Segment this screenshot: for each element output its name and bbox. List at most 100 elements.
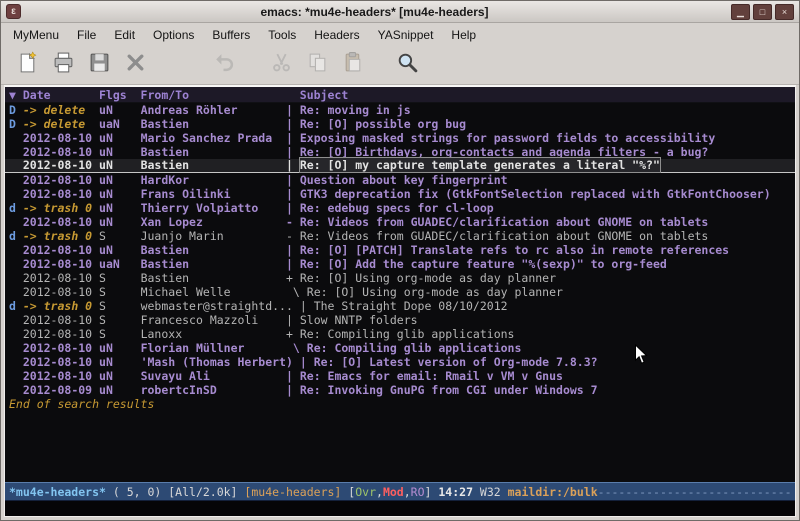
subject-cell: Re: edebug specs for cl-loop (300, 201, 494, 215)
message-row[interactable]: 2012-08-10 S Francesco Mazzoli | Slow NN… (5, 313, 795, 327)
flags-cell: S (99, 327, 141, 341)
menu-mymenu[interactable]: MyMenu (4, 25, 68, 45)
copy-icon (306, 51, 329, 79)
mark-indicator (9, 215, 23, 229)
from-cell: Juanjo Marin (141, 229, 286, 243)
subject-cell: Re: moving in js (300, 103, 411, 117)
message-row[interactable]: 2012-08-10 uN 'Mash (Thomas Herbert) | R… (5, 355, 795, 369)
date-cell: 2012-08-10 (23, 271, 99, 285)
flags-cell: uN (99, 187, 141, 201)
echo-area[interactable] (5, 501, 795, 516)
date-cell: 2012-08-10 (23, 341, 99, 355)
message-row[interactable]: 2012-08-10 uN Florian Müllner \ Re: Comp… (5, 341, 795, 355)
print-icon (52, 51, 75, 79)
message-row[interactable]: d -> trash 0 uN Thierry Volpiatto | Re: … (5, 201, 795, 215)
status-ro: RO (411, 485, 425, 499)
new-file-button[interactable] (9, 50, 45, 80)
message-row[interactable]: 2012-08-10 uN Frans Oilinki | GTK3 depre… (5, 187, 795, 201)
date-cell: 2012-08-10 (23, 173, 99, 187)
date-cell: 2012-08-10 (23, 355, 99, 369)
status-ovr: Ovr (355, 485, 376, 499)
menu-tools[interactable]: Tools (259, 25, 305, 45)
menu-bar: MyMenuFileEditOptionsBuffersToolsHeaders… (1, 23, 799, 46)
menu-buffers[interactable]: Buffers (203, 25, 259, 45)
menu-edit[interactable]: Edit (105, 25, 144, 45)
close-button[interactable]: × (775, 4, 794, 20)
message-row[interactable]: 2012-08-10 S Lanoxx + Re: Compiling glib… (5, 327, 795, 341)
thread-separator: | (286, 383, 300, 397)
menu-yasnippet[interactable]: YASnippet (369, 25, 443, 45)
toolbar-spacer (241, 65, 263, 66)
paste-button[interactable] (335, 50, 371, 80)
date-cell: 2012-08-10 (23, 131, 99, 145)
flags-cell: S (99, 229, 141, 243)
menu-headers[interactable]: Headers (305, 25, 368, 45)
flags-cell: uN (99, 383, 141, 397)
thread-separator: | (286, 243, 300, 257)
save-button[interactable] (81, 50, 117, 80)
thread-separator: | (286, 103, 300, 117)
cut-button[interactable] (263, 50, 299, 80)
mark-indicator (9, 341, 23, 355)
print-button[interactable] (45, 50, 81, 80)
mark-indicator (9, 327, 23, 341)
from-cell: Bastien (141, 158, 286, 172)
search-button[interactable] (389, 50, 425, 80)
message-row[interactable]: d -> trash 0 S Juanjo Marin - Re: Videos… (5, 229, 795, 243)
message-row[interactable]: 2012-08-10 uN Mario Sanchez Prada | Expo… (5, 131, 795, 145)
message-row[interactable]: d -> trash 0 S webmaster@straightd... | … (5, 299, 795, 313)
maximize-icon: □ (760, 7, 765, 17)
new-file-icon (16, 51, 39, 79)
message-row[interactable]: 2012-08-10 uN Bastien | Re: [O] Birthday… (5, 145, 795, 159)
menu-file[interactable]: File (68, 25, 105, 45)
minimize-button[interactable]: ▁ (731, 4, 750, 20)
from-cell: Mario Sanchez Prada (141, 131, 286, 145)
thread-separator: + (286, 271, 300, 285)
menu-help[interactable]: Help (442, 25, 485, 45)
message-row[interactable]: D -> delete uaN Bastien | Re: [O] possib… (5, 117, 795, 131)
mark-indicator (9, 355, 23, 369)
subject-cell: Re: Compiling glib applications (307, 341, 522, 355)
maximize-button[interactable]: □ (753, 4, 772, 20)
flags-cell: S (99, 299, 141, 313)
headers-column-header[interactable]: ▼ Date Flgs From/To Subject (5, 87, 795, 103)
window-title: emacs: *mu4e-headers* [mu4e-headers] (21, 5, 728, 19)
from-cell: 'Mash (Thomas Herbert) (141, 355, 300, 369)
message-row[interactable]: 2012-08-10 S Bastien + Re: [O] Using org… (5, 271, 795, 285)
message-row[interactable]: 2012-08-10 uN Bastien | Re: [O] my captu… (5, 159, 795, 173)
date-cell: 2012-08-10 (23, 257, 99, 271)
subject-cell: Re: [O] [PATCH] Translate refs to rc als… (300, 243, 729, 257)
copy-button[interactable] (299, 50, 335, 80)
message-row[interactable]: D -> delete uN Andreas Röhler | Re: movi… (5, 103, 795, 117)
date-cell: -> delete (23, 103, 99, 117)
message-row[interactable]: 2012-08-10 uN Bastien | Re: [O] [PATCH] … (5, 243, 795, 257)
mark-indicator: d (9, 201, 23, 215)
emacs-app-icon: ε (6, 4, 21, 19)
message-row[interactable]: 2012-08-10 S Michael Welle \ Re: [O] Usi… (5, 285, 795, 299)
message-row[interactable]: 2012-08-10 uN Xan Lopez - Re: Videos fro… (5, 215, 795, 229)
from-cell: HardKor (141, 173, 286, 187)
message-row[interactable]: 2012-08-10 uaN Bastien | Re: [O] Add the… (5, 257, 795, 271)
message-row[interactable]: 2012-08-10 uN HardKor | Question about k… (5, 173, 795, 187)
flags-cell: uN (99, 341, 141, 355)
from-cell: Andreas Röhler (141, 103, 286, 117)
flags-cell: S (99, 271, 141, 285)
mark-indicator (9, 257, 23, 271)
menu-options[interactable]: Options (144, 25, 203, 45)
flags-cell: uN (99, 201, 141, 215)
subject-cell: Re: Invoking GnuPG from CGI under Window… (300, 383, 598, 397)
subject-cell: Question about key fingerprint (300, 173, 508, 187)
subject-cell: Re: [O] Using org-mode as day planner (307, 285, 563, 299)
close-buffer-button[interactable] (117, 50, 153, 80)
message-row[interactable]: 2012-08-10 uN Suvayu Ali | Re: Emacs for… (5, 369, 795, 383)
mode-line[interactable]: *mu4e-headers* ( 5, 0) [All/2.0k] [mu4e-… (5, 482, 795, 501)
from-cell: Michael Welle (141, 285, 286, 299)
subject-cell: Re: Videos from GUADEC/clarification abo… (300, 215, 709, 229)
message-row[interactable]: 2012-08-09 uN robertcInSD | Re: Invoking… (5, 383, 795, 397)
undo-button[interactable] (205, 50, 241, 80)
minimize-icon: ▁ (737, 7, 744, 17)
thread-separator: | (286, 173, 300, 187)
thread-separator: | (286, 117, 300, 131)
subject-cell: Re: [O] my capture template generates a … (300, 158, 660, 172)
titlebar[interactable]: ε emacs: *mu4e-headers* [mu4e-headers] ▁… (1, 1, 799, 23)
